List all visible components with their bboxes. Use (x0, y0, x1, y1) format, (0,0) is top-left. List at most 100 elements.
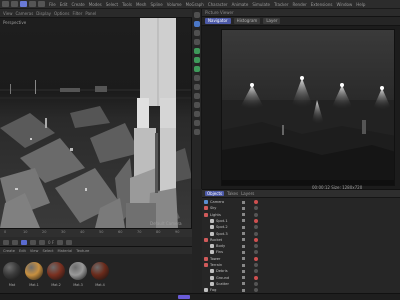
object-row[interactable]: Debris (202, 268, 400, 274)
deformer-icon[interactable] (193, 84, 200, 90)
visibility-toggle[interactable] (242, 225, 245, 229)
rotate-tool-icon[interactable] (38, 1, 45, 7)
prev-frame-icon[interactable] (12, 240, 18, 245)
viewport-menu-cameras[interactable]: Cameras (16, 11, 34, 16)
object-row[interactable]: Tower (202, 256, 400, 262)
viewport-menu-options[interactable]: Options (54, 11, 69, 16)
material-name[interactable]: Mat.1 (24, 283, 44, 287)
mat-menu-edit[interactable]: Edit (19, 249, 26, 253)
tag-icon[interactable] (254, 237, 258, 242)
material-preview[interactable] (91, 262, 109, 280)
visibility-toggle[interactable] (242, 276, 245, 280)
tag-icon[interactable] (254, 244, 258, 249)
object-row[interactable]: Rocket (202, 237, 400, 243)
object-row[interactable]: Sky (202, 205, 400, 211)
material-name[interactable]: Mat.3 (68, 283, 88, 287)
camera-icon[interactable] (193, 102, 200, 108)
undo-icon[interactable] (2, 1, 9, 7)
mat-menu-create[interactable]: Create (3, 249, 15, 253)
scale-tool-icon[interactable] (29, 1, 36, 7)
tag-icon[interactable] (254, 218, 258, 223)
material-preview[interactable] (69, 262, 87, 280)
visibility-toggle[interactable] (242, 244, 245, 248)
tag-icon[interactable] (254, 231, 258, 236)
menu-animate[interactable]: Animate (232, 2, 249, 7)
redo-icon[interactable] (11, 1, 18, 7)
light-icon[interactable] (193, 111, 200, 117)
keyframe-icon[interactable] (66, 240, 73, 245)
object-row[interactable]: Body (202, 243, 400, 249)
subdivision-icon[interactable] (193, 66, 200, 72)
tab-layer[interactable]: Layer (263, 18, 281, 24)
tag-icon[interactable] (254, 256, 258, 261)
menu-window[interactable]: Window (336, 2, 352, 7)
tag-icon[interactable] (254, 250, 258, 255)
object-row[interactable]: Fins (202, 249, 400, 255)
tag-icon[interactable] (254, 200, 258, 204)
pen-icon[interactable] (193, 57, 200, 63)
cloner-icon[interactable] (193, 75, 200, 81)
tab-objects[interactable]: Objects (205, 191, 225, 196)
visibility-toggle[interactable] (242, 263, 245, 267)
menu-tracker[interactable]: Tracker (274, 2, 288, 7)
material-preview[interactable] (25, 262, 43, 280)
menu-help[interactable]: Help (356, 2, 365, 7)
menu-volume[interactable]: Volume (167, 2, 182, 7)
mat-menu-texture[interactable]: Texture (76, 249, 89, 253)
visibility-toggle[interactable] (242, 257, 245, 261)
tag-icon[interactable] (254, 225, 258, 230)
live-selection-icon[interactable] (193, 12, 200, 18)
menu-mesh[interactable]: Mesh (136, 2, 147, 7)
visibility-toggle[interactable] (242, 200, 245, 204)
viewport-3d[interactable]: Perspective Default Camera (0, 18, 192, 228)
environment-icon[interactable] (193, 93, 200, 99)
rotate-icon[interactable] (193, 39, 200, 45)
tab-navigator[interactable]: Navigator (205, 18, 231, 24)
timeline-ruler[interactable]: 0 10 20 30 40 50 60 70 80 90 (0, 229, 192, 237)
mat-menu-select[interactable]: Select (42, 249, 53, 253)
visibility-toggle[interactable] (242, 288, 245, 292)
visibility-toggle[interactable] (242, 282, 245, 286)
visibility-toggle[interactable] (242, 238, 245, 242)
tag-icon[interactable] (254, 212, 258, 217)
move-icon[interactable] (193, 21, 200, 27)
menu-tools[interactable]: Tools (122, 2, 132, 7)
next-frame-icon[interactable] (30, 240, 36, 245)
go-to-start-icon[interactable] (3, 240, 9, 245)
object-row[interactable]: Spot.1 (202, 218, 400, 224)
menu-file[interactable]: File (49, 2, 56, 7)
viewport-menu-view[interactable]: View (3, 11, 13, 16)
menu-edit[interactable]: Edit (60, 2, 68, 7)
cube-icon[interactable] (193, 48, 200, 54)
tag-icon[interactable] (254, 288, 258, 293)
render-view-icon[interactable] (193, 120, 200, 126)
play-icon[interactable] (21, 240, 27, 245)
menu-character[interactable]: Character (208, 2, 228, 7)
tag-icon[interactable] (254, 206, 258, 211)
object-row[interactable]: Camera (202, 199, 400, 205)
object-row[interactable]: Terrain (202, 262, 400, 268)
menu-extensions[interactable]: Extensions (311, 2, 333, 7)
tab-layers[interactable]: Layers (241, 191, 254, 196)
object-row[interactable]: Lights (202, 212, 400, 218)
object-row[interactable]: Ground (202, 275, 400, 281)
visibility-toggle[interactable] (242, 250, 245, 254)
go-to-end-icon[interactable] (39, 240, 45, 245)
menu-select[interactable]: Select (106, 2, 118, 7)
material-preview[interactable] (47, 262, 65, 280)
object-row[interactable]: Scatter (202, 281, 400, 287)
scale-icon[interactable] (193, 30, 200, 36)
material-name[interactable]: Mat.2 (46, 283, 66, 287)
material-name[interactable]: Mat.4 (90, 283, 110, 287)
move-tool-icon[interactable] (20, 1, 27, 7)
material-preview[interactable] (3, 262, 21, 280)
visibility-toggle[interactable] (242, 232, 245, 235)
object-row[interactable]: Spot.2 (202, 224, 400, 230)
visibility-toggle[interactable] (242, 206, 245, 210)
tag-icon[interactable] (254, 263, 258, 267)
tag-icon[interactable] (254, 281, 258, 286)
viewport-menu-panel[interactable]: Panel (85, 11, 96, 16)
record-icon[interactable] (57, 240, 64, 245)
render-settings-icon[interactable] (193, 129, 200, 135)
tab-histogram[interactable]: Histogram (233, 18, 261, 24)
